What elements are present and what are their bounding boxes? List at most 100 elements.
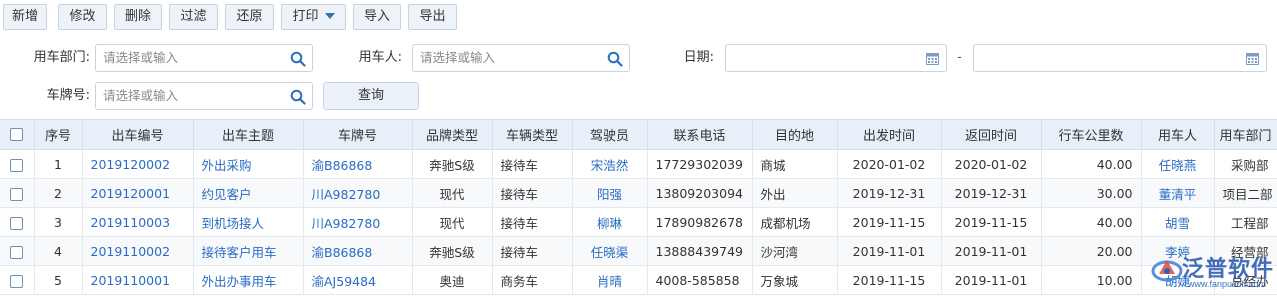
table-cell-link[interactable]: 阳强 <box>572 178 648 208</box>
table-row[interactable]: 5 2019110001 外出办事用车 渝AJ59484 奥迪 商务车 肖晴 4008-585… <box>0 265 1277 295</box>
calendar-icon[interactable] <box>1246 52 1259 65</box>
table-cell: 现代 <box>412 207 493 237</box>
brand-logo-icon <box>1151 260 1183 282</box>
plate-input[interactable]: 请选择或输入 <box>95 82 313 110</box>
table-cell-link[interactable]: 肖晴 <box>572 265 648 295</box>
table-cell: 2019-11-01 <box>941 236 1042 266</box>
column-header[interactable]: 用车部门 <box>1214 119 1277 150</box>
row-select-cell[interactable] <box>0 149 35 179</box>
table-cell: 沙河湾 <box>752 236 838 266</box>
table-header-row: 序号 出车编号 出车主题 车牌号 品牌类型 车辆类型 驾驶员 联系电话 目的地 … <box>0 119 1277 150</box>
row-checkbox[interactable] <box>10 216 24 230</box>
table-cell-link[interactable]: 约见客户 <box>193 178 304 208</box>
table-cell: 2019-11-01 <box>941 265 1042 295</box>
table-row[interactable]: 3 2019110003 到机场接人 川A982780 现代 接待车 柳琳 178909826… <box>0 207 1277 237</box>
column-header[interactable]: 驾驶员 <box>572 119 648 150</box>
plate-label: 车牌号: <box>46 88 90 103</box>
search-icon[interactable] <box>290 89 306 105</box>
column-header[interactable]: 品牌类型 <box>412 119 493 150</box>
table-cell-link[interactable]: 渝B86868 <box>303 236 413 266</box>
row-select-cell[interactable] <box>0 207 35 237</box>
table-cell-link[interactable]: 外出办事用车 <box>193 265 304 295</box>
table-cell-link[interactable]: 胡雪 <box>1141 207 1215 237</box>
vehicle-usage-table: 序号 出车编号 出车主题 车牌号 品牌类型 车辆类型 驾驶员 联系电话 目的地 … <box>0 119 1277 295</box>
table-cell: 3 <box>34 207 83 237</box>
column-header[interactable]: 出发时间 <box>837 119 942 150</box>
table-cell: 接待车 <box>492 149 573 179</box>
column-header[interactable]: 车牌号 <box>303 119 413 150</box>
table-cell-link[interactable]: 2019110002 <box>82 236 194 266</box>
table-cell-link[interactable]: 外出采购 <box>193 149 304 179</box>
filter-button[interactable]: 过滤 <box>169 4 218 30</box>
user-input[interactable]: 请选择或输入 <box>412 44 630 72</box>
row-select-cell[interactable] <box>0 178 35 208</box>
table-cell-link[interactable]: 2019110001 <box>82 265 194 295</box>
column-header[interactable]: 出车主题 <box>193 119 304 150</box>
table-cell: 40.00 <box>1041 207 1142 237</box>
table-cell-link[interactable]: 董清平 <box>1141 178 1215 208</box>
query-button[interactable]: 查询 <box>323 82 419 110</box>
table-cell-link[interactable]: 接待客户用车 <box>193 236 304 266</box>
table-cell: 接待车 <box>492 207 573 237</box>
table-cell: 4 <box>34 236 83 266</box>
row-checkbox[interactable] <box>10 274 24 288</box>
calendar-icon[interactable] <box>926 52 939 65</box>
select-all-header[interactable] <box>0 119 35 150</box>
column-header[interactable]: 序号 <box>34 119 83 150</box>
table-cell-link[interactable]: 2019110003 <box>82 207 194 237</box>
table-cell: 项目二部 <box>1214 178 1277 208</box>
date-separator: - <box>957 50 962 65</box>
dept-input[interactable]: 请选择或输入 <box>95 44 313 72</box>
dept-label: 用车部门: <box>33 50 90 65</box>
column-header[interactable]: 出车编号 <box>82 119 194 150</box>
table-row[interactable]: 4 2019110002 接待客户用车 渝B86868 奔驰S级 接待车 任晓渠 138884… <box>0 236 1277 266</box>
column-header[interactable]: 返回时间 <box>941 119 1042 150</box>
table-cell-link[interactable]: 2019120001 <box>82 178 194 208</box>
table-cell: 2019-11-15 <box>837 265 942 295</box>
chevron-down-icon <box>324 12 335 19</box>
column-header[interactable]: 用车人 <box>1141 119 1215 150</box>
print-button[interactable]: 打印 <box>281 4 346 30</box>
column-header[interactable]: 目的地 <box>752 119 838 150</box>
table-row[interactable]: 1 2019120002 外出采购 渝B86868 奔驰S级 接待车 宋浩然 17729302… <box>0 149 1277 179</box>
brand-url: www.fanpusoft.com <box>1188 279 1267 289</box>
user-placeholder: 请选择或输入 <box>420 50 496 65</box>
row-checkbox[interactable] <box>10 187 24 201</box>
add-button[interactable]: 新增 <box>3 4 47 30</box>
table-cell-link[interactable]: 柳琳 <box>572 207 648 237</box>
select-all-checkbox[interactable] <box>10 128 24 141</box>
table-cell: 2019-12-31 <box>941 178 1042 208</box>
table-row[interactable]: 2 2019120001 约见客户 川A982780 现代 接待车 阳强 1380920309… <box>0 178 1277 208</box>
table-cell: 5 <box>34 265 83 295</box>
table-cell-link[interactable]: 渝B86868 <box>303 149 413 179</box>
export-button[interactable]: 导出 <box>408 4 457 30</box>
table-cell-link[interactable]: 渝AJ59484 <box>303 265 413 295</box>
import-button[interactable]: 导入 <box>353 4 401 30</box>
table-cell: 20.00 <box>1041 236 1142 266</box>
table-cell-link[interactable]: 任晓渠 <box>572 236 648 266</box>
table-cell: 2 <box>34 178 83 208</box>
search-icon[interactable] <box>290 51 306 67</box>
table-cell-link[interactable]: 宋浩然 <box>572 149 648 179</box>
column-header[interactable]: 车辆类型 <box>492 119 573 150</box>
brand-watermark: 泛普软件 www.fanpusoft.com <box>1146 250 1277 290</box>
date-end-input[interactable] <box>973 44 1267 72</box>
row-checkbox[interactable] <box>10 245 24 259</box>
row-select-cell[interactable] <box>0 236 35 266</box>
reset-button[interactable]: 还原 <box>225 4 274 30</box>
table-cell-link[interactable]: 川A982780 <box>303 207 413 237</box>
table-cell: 2020-01-02 <box>837 149 942 179</box>
table-cell-link[interactable]: 到机场接人 <box>193 207 304 237</box>
date-start-input[interactable] <box>725 44 947 72</box>
column-header[interactable]: 行车公里数 <box>1041 119 1142 150</box>
table-cell-link[interactable]: 2019120002 <box>82 149 194 179</box>
edit-button[interactable]: 修改 <box>58 4 107 30</box>
table-cell-link[interactable]: 任晓燕 <box>1141 149 1215 179</box>
row-select-cell[interactable] <box>0 265 35 295</box>
column-header[interactable]: 联系电话 <box>647 119 753 150</box>
search-icon[interactable] <box>607 51 623 67</box>
delete-button[interactable]: 删除 <box>114 4 162 30</box>
table-cell: 40.00 <box>1041 149 1142 179</box>
row-checkbox[interactable] <box>10 158 24 172</box>
table-cell-link[interactable]: 川A982780 <box>303 178 413 208</box>
